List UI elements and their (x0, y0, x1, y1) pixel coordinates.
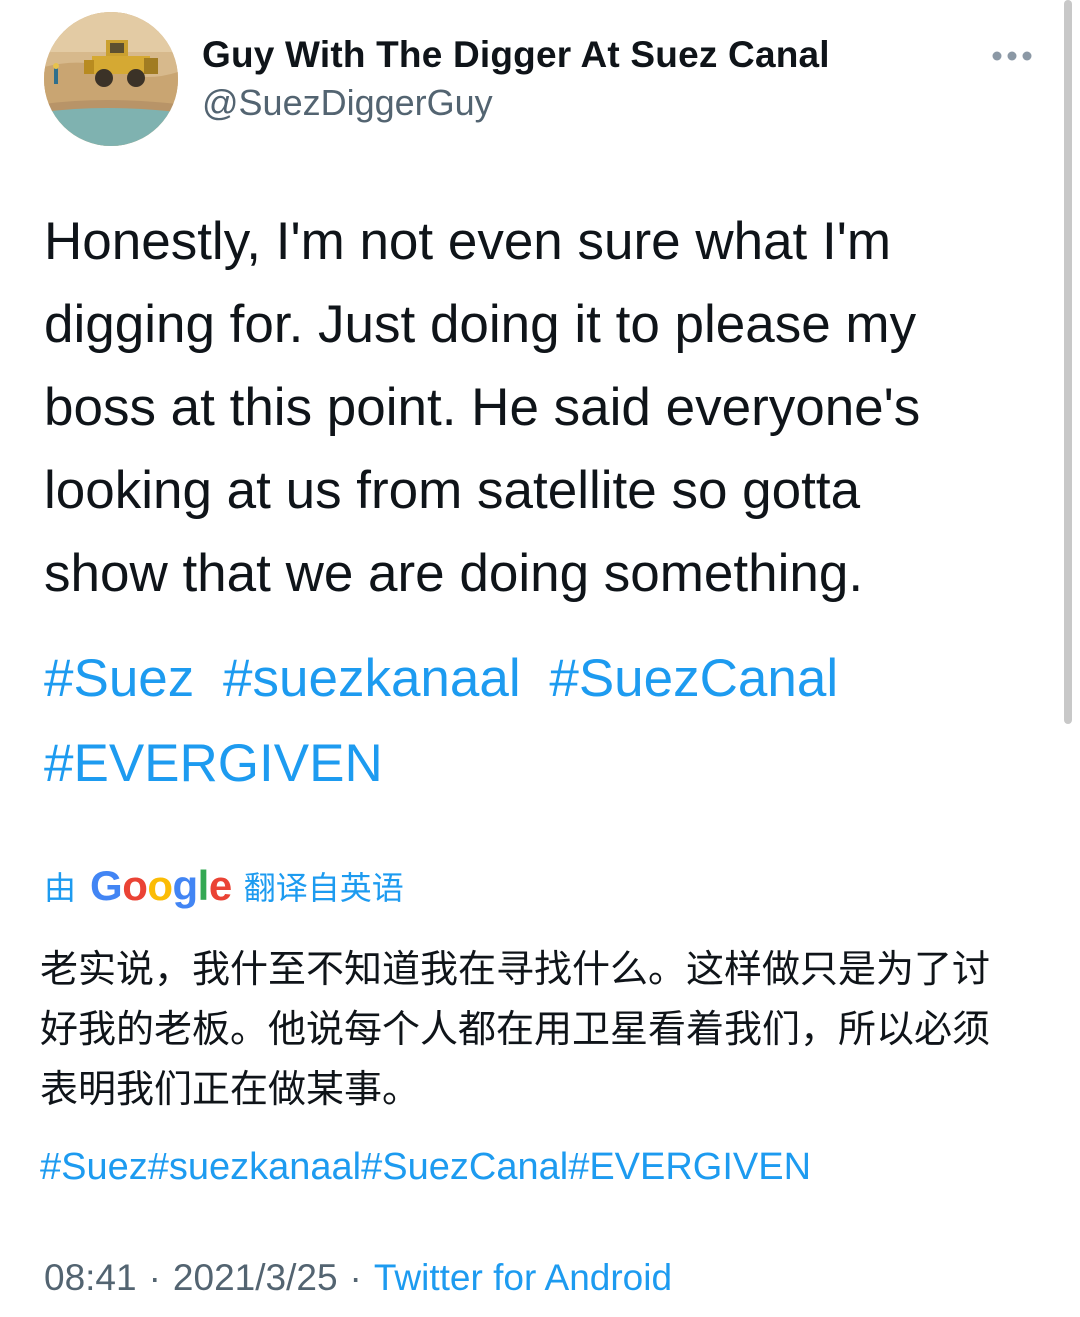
more-options-button[interactable] (984, 38, 1040, 74)
scrollbar[interactable] (1064, 0, 1072, 724)
translation-prefix: 由 (44, 870, 77, 906)
avatar[interactable] (44, 12, 178, 146)
tweet-metadata: 08:41 · 2021/3/25 · Twitter for Android (44, 1252, 672, 1304)
hashtag-link[interactable]: #suezkanaal (148, 1146, 361, 1188)
translated-text-line: 老实说，我什至不知道我在寻找什么。这样做只是为了讨 (40, 949, 991, 991)
hashtag-link[interactable]: #Suez (40, 1146, 148, 1188)
translation-attribution[interactable]: 由 Google 翻译自英语 (44, 860, 404, 912)
hashtag-link[interactable]: #suezkanaal (223, 649, 521, 708)
separator: · (349, 1257, 362, 1298)
tweet-date[interactable]: 2021/3/25 (173, 1257, 338, 1298)
tweet-hashtags: #Suez #suezkanaal #SuezCanal #EVERGIVEN (44, 636, 1024, 806)
separator: · (148, 1257, 161, 1298)
hashtag-link[interactable]: #EVERGIVEN (44, 734, 383, 793)
user-handle[interactable]: @SuezDiggerGuy (202, 82, 493, 124)
hashtag-link[interactable]: #Suez (44, 649, 194, 708)
translated-text-line: 表明我们正在做某事。 (40, 1069, 421, 1111)
translated-text: 老实说，我什至不知道我在寻找什么。这样做只是为了讨 好我的老板。他说每个人都在用… (40, 940, 1040, 1120)
display-name[interactable]: Guy With The Digger At Suez Canal (202, 34, 830, 76)
tweet-time[interactable]: 08:41 (44, 1257, 137, 1298)
hashtag-link[interactable]: #SuezCanal (549, 649, 838, 708)
google-logo: Google (90, 862, 232, 909)
hashtag-link[interactable]: #EVERGIVEN (568, 1146, 811, 1188)
hashtag-link[interactable]: #SuezCanal (361, 1146, 568, 1188)
translated-text-line: 好我的老板。他说每个人都在用卫星看着我们，所以必须 (40, 1009, 991, 1051)
bulldozer-photo (44, 12, 178, 146)
tweet-text-line: looking at us from satellite so gotta (44, 461, 861, 520)
tweet-text: Honestly, I'm not even sure what I'm dig… (44, 200, 1024, 615)
more-horizontal-icon (992, 51, 1032, 61)
tweet-text-line: digging for. Just doing it to please my (44, 295, 917, 354)
tweet-text-line: boss at this point. He said everyone's (44, 378, 921, 437)
tweet-text-line: Honestly, I'm not even sure what I'm (44, 212, 891, 271)
tweet-source-link[interactable]: Twitter for Android (374, 1257, 672, 1298)
translation-suffix: 翻译自英语 (243, 870, 404, 906)
tweet-text-line: show that we are doing something. (44, 544, 864, 603)
translated-hashtags: #Suez#suezkanaal#SuezCanal#EVERGIVEN (40, 1142, 811, 1192)
